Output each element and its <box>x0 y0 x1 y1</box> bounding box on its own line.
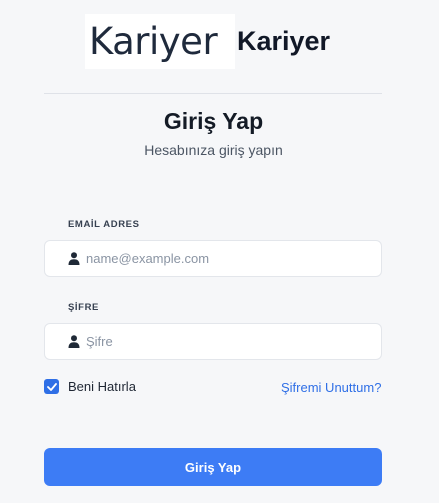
user-icon <box>68 335 80 348</box>
remember-me-checkbox[interactable] <box>44 379 59 394</box>
brand-header: Kariyer Kariyer <box>85 14 330 69</box>
kariyer-logo: Kariyer <box>85 14 235 69</box>
email-input[interactable] <box>86 251 366 266</box>
brand-name: Kariyer <box>237 26 331 56</box>
email-label: EMAİL ADRES <box>68 219 140 230</box>
forgot-password-link[interactable]: Şifremi Unuttum? <box>281 380 381 395</box>
password-field-container[interactable] <box>44 323 382 360</box>
logo-text: Kariyer <box>89 20 218 63</box>
check-icon <box>46 382 57 391</box>
header-divider <box>44 93 382 94</box>
login-button[interactable]: Giriş Yap <box>44 448 382 486</box>
password-label: ŞİFRE <box>68 302 99 313</box>
password-input[interactable] <box>86 334 366 349</box>
email-field-container[interactable] <box>44 240 382 277</box>
remember-me[interactable]: Beni Hatırla <box>44 379 136 394</box>
user-icon <box>68 252 80 265</box>
remember-me-label: Beni Hatırla <box>68 379 136 394</box>
page-title: Giriş Yap <box>163 108 264 134</box>
page-subtitle: Hesabınıza giriş yapın <box>144 142 283 158</box>
